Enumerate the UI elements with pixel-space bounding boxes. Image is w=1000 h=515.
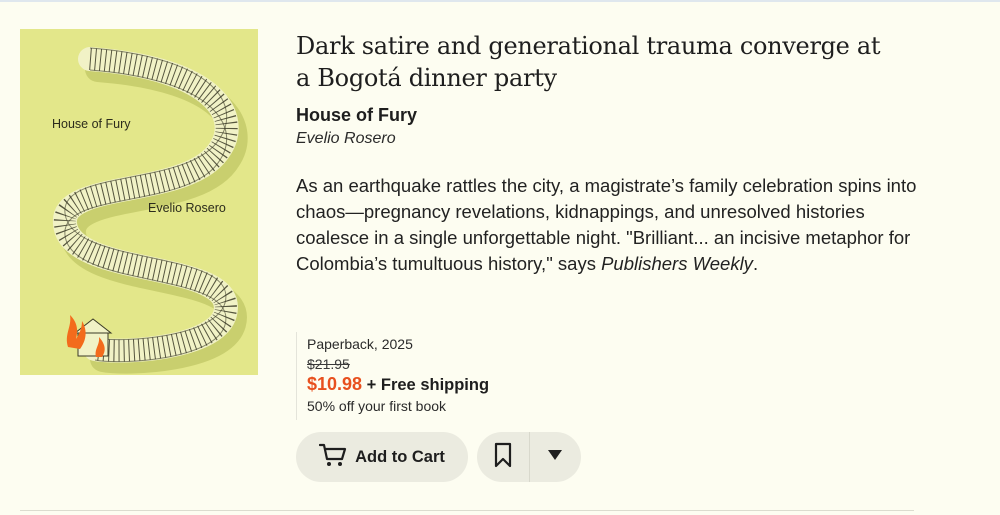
book-description: As an earthquake rattles the city, a mag… (296, 173, 926, 277)
list-price: $21.95 (307, 356, 350, 372)
publication-name: Publishers Weekly (601, 253, 753, 274)
book-cover[interactable]: House of Fury Evelio Rosero (20, 29, 258, 375)
bookmark-icon (494, 442, 512, 473)
bottom-divider (20, 510, 914, 511)
list-dropdown-button[interactable] (529, 432, 581, 482)
description-end: . (752, 253, 759, 274)
add-to-cart-label: Add to Cart (355, 447, 445, 466)
wishlist-group (477, 432, 581, 482)
purchase-box: Paperback, 2025 $21.95 $10.98 + Free shi… (296, 332, 536, 420)
caret-down-icon (547, 448, 563, 466)
promo-text: 50% off your first book (307, 398, 447, 414)
format-label: Paperback, 2025 (307, 336, 413, 352)
headline: Dark satire and generational trauma conv… (296, 32, 881, 92)
add-to-cart-button[interactable]: Add to Cart (296, 432, 468, 482)
cover-title: House of Fury (52, 117, 131, 131)
book-title[interactable]: House of Fury (296, 105, 417, 126)
sale-price: $10.98 (307, 374, 363, 394)
book-author[interactable]: Evelio Rosero (296, 130, 396, 148)
price-line: $10.98 + Free shipping (307, 374, 536, 395)
top-divider (0, 0, 1000, 2)
cover-author: Evelio Rosero (148, 201, 226, 215)
burning-house-icon (66, 315, 113, 357)
bookmark-button[interactable] (477, 432, 529, 482)
shipping-label: + Free shipping (366, 376, 490, 394)
cart-icon (318, 442, 347, 473)
